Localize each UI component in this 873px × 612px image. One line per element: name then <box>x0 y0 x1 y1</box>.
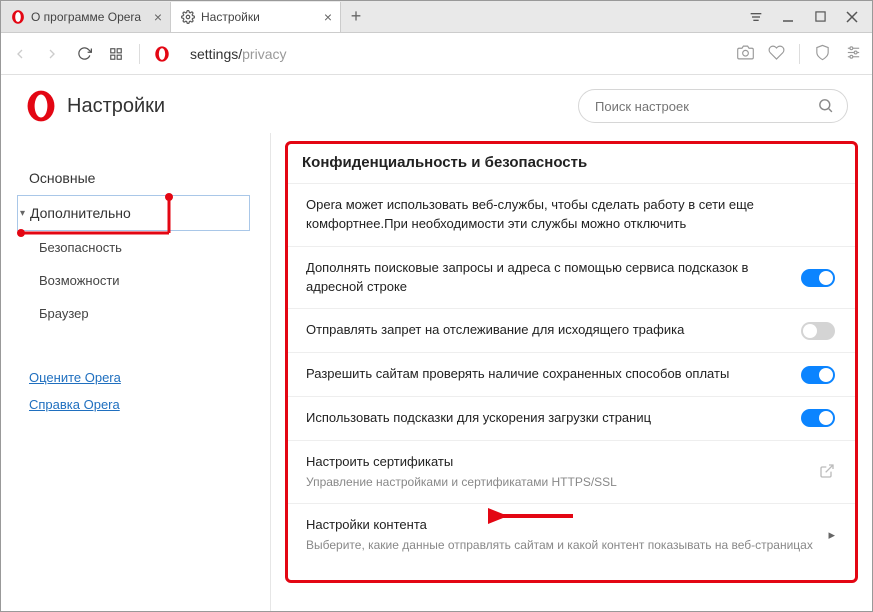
row-label: Дополнять поисковые запросы и адреса с п… <box>306 259 787 297</box>
toggle-autocomplete[interactable] <box>801 269 835 287</box>
close-icon[interactable]: × <box>154 10 162 24</box>
opera-favicon <box>11 10 25 24</box>
heart-icon[interactable] <box>768 44 785 64</box>
easy-setup-icon[interactable] <box>845 44 862 64</box>
row-certificates[interactable]: Настроить сертификаты Управление настрой… <box>288 440 855 503</box>
rate-opera-link[interactable]: Оцените Opera <box>17 364 250 391</box>
search-input[interactable] <box>578 89 848 123</box>
titlebar: О программе Opera × Настройки × + <box>1 1 872 33</box>
sidebar: Основные ▾ Дополнительно Безопасность Во… <box>1 133 271 611</box>
row-subtitle: Выберите, какие данные отправлять сайтам… <box>306 537 814 554</box>
back-button[interactable] <box>11 46 29 62</box>
tab-label: О программе Opera <box>31 10 141 24</box>
divider <box>139 44 140 64</box>
row-title: Настройки контента <box>306 516 814 535</box>
reload-button[interactable] <box>75 46 93 61</box>
search-icon <box>817 97 834 117</box>
opera-logo <box>25 90 57 122</box>
panel-title: Конфиденциальность и безопасность <box>288 144 855 183</box>
speed-dial-button[interactable] <box>107 47 125 61</box>
tab-about-opera[interactable]: О программе Opera × <box>1 2 171 32</box>
address-bar: settings/privacy <box>1 33 872 75</box>
external-link-icon <box>819 463 835 482</box>
sidebar-item-label: Дополнительно <box>30 205 131 221</box>
shield-icon[interactable] <box>814 44 831 64</box>
divider <box>799 44 800 64</box>
minimize-icon[interactable] <box>774 5 802 29</box>
camera-icon[interactable] <box>737 44 754 64</box>
help-opera-link[interactable]: Справка Opera <box>17 391 250 418</box>
row-subtitle: Управление настройками и сертификатами H… <box>306 474 805 491</box>
page-title: Настройки <box>67 95 165 118</box>
main-area: Основные ▾ Дополнительно Безопасность Во… <box>1 133 872 611</box>
window-controls <box>742 5 872 29</box>
sidebar-item-basic[interactable]: Основные <box>17 161 250 195</box>
row-payment-check: Разрешить сайтам проверять наличие сохра… <box>288 352 855 396</box>
menu-icon[interactable] <box>742 5 770 29</box>
row-label: Отправлять запрет на отслеживание для ис… <box>306 321 787 340</box>
sidebar-item-advanced[interactable]: ▾ Дополнительно <box>17 195 250 231</box>
close-icon[interactable]: × <box>324 10 332 24</box>
row-preload: Использовать подсказки для ускорения заг… <box>288 396 855 440</box>
sidebar-item-features[interactable]: Возможности <box>17 264 250 297</box>
row-title: Настроить сертификаты <box>306 453 805 472</box>
tab-label: Настройки <box>201 10 260 24</box>
panel-intro-row: Opera может использовать веб-службы, что… <box>288 183 855 246</box>
url-prefix: settings/ <box>190 46 242 62</box>
gear-icon <box>181 10 195 24</box>
new-tab-button[interactable]: + <box>341 6 371 27</box>
toggle-payment-check[interactable] <box>801 366 835 384</box>
row-do-not-track: Отправлять запрет на отслеживание для ис… <box>288 308 855 352</box>
opera-url-icon <box>154 46 170 62</box>
sidebar-item-security[interactable]: Безопасность <box>17 231 250 264</box>
tab-settings[interactable]: Настройки × <box>171 2 341 32</box>
chevron-right-icon: ▸ <box>828 527 835 543</box>
toggle-preload[interactable] <box>801 409 835 427</box>
settings-search <box>578 89 848 123</box>
url-suffix: privacy <box>242 46 286 62</box>
page-header: Настройки <box>1 75 872 133</box>
row-autocomplete: Дополнять поисковые запросы и адреса с п… <box>288 246 855 309</box>
panel-intro-text: Opera может использовать веб-службы, что… <box>306 196 835 234</box>
maximize-icon[interactable] <box>806 5 834 29</box>
forward-button[interactable] <box>43 46 61 62</box>
sidebar-item-browser[interactable]: Браузер <box>17 297 250 330</box>
row-label: Разрешить сайтам проверять наличие сохра… <box>306 365 787 384</box>
row-label: Использовать подсказки для ускорения заг… <box>306 409 787 428</box>
privacy-panel: Конфиденциальность и безопасность Opera … <box>285 141 858 583</box>
toggle-do-not-track[interactable] <box>801 322 835 340</box>
caret-down-icon: ▾ <box>20 208 25 219</box>
url-display[interactable]: settings/privacy <box>184 46 723 62</box>
close-window-icon[interactable] <box>838 5 866 29</box>
content-area: Конфиденциальность и безопасность Opera … <box>271 133 872 611</box>
row-content-settings[interactable]: Настройки контента Выберите, какие данны… <box>288 503 855 566</box>
